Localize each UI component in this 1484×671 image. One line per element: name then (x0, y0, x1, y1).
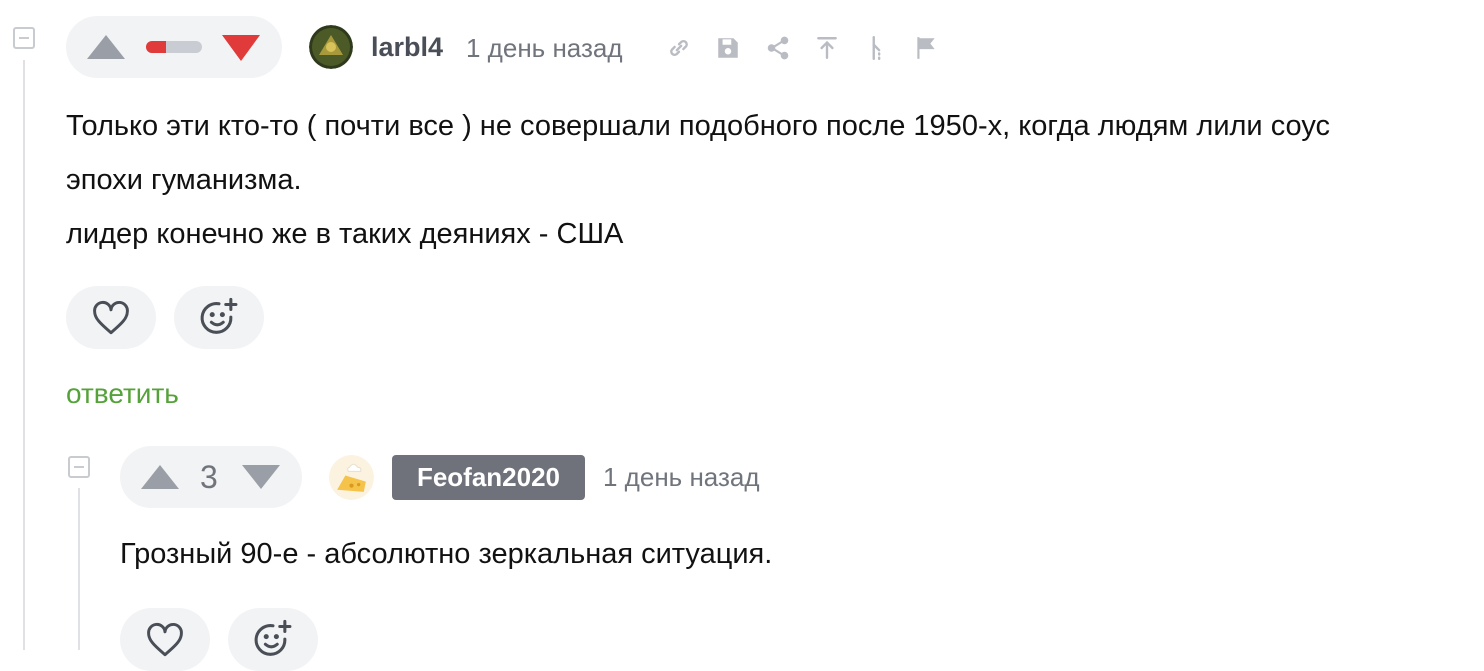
avatar[interactable] (309, 25, 353, 69)
reply-text: Грозный 90-е - абсолютно зеркальная ситу… (120, 538, 773, 570)
smile-plus-icon (254, 619, 292, 656)
rating-value: 3 (200, 459, 218, 495)
collapse-comment-button[interactable] (13, 27, 35, 49)
comment-text-line: эпохи гуманизма. (66, 164, 302, 196)
scroll-up-icon[interactable] (814, 35, 840, 61)
comment-text: Только эти кто-то ( почти все ) не совер… (66, 99, 1476, 261)
reply-time[interactable]: 1 день назад (603, 462, 760, 493)
comment-time[interactable]: 1 день назад (466, 33, 623, 64)
reply-avatar[interactable] (329, 455, 374, 500)
reply-like-button[interactable] (120, 608, 210, 671)
branch-icon[interactable] (864, 35, 890, 61)
rating-bar-negative (146, 41, 166, 53)
downvote-button[interactable] (242, 465, 280, 489)
collapse-reply-button[interactable] (68, 456, 90, 478)
save-icon[interactable] (715, 35, 741, 61)
vote-controls (66, 16, 282, 78)
heart-icon (147, 622, 183, 656)
rating-bar (146, 41, 202, 53)
comment-author[interactable]: larbl4 (371, 32, 443, 63)
reply-thread-line[interactable] (78, 488, 80, 650)
downvote-button[interactable] (222, 35, 260, 61)
thread-line[interactable] (23, 60, 25, 650)
share-icon[interactable] (765, 35, 791, 61)
like-button[interactable] (66, 286, 156, 349)
upvote-button[interactable] (87, 35, 125, 59)
smile-plus-icon (200, 297, 238, 334)
reply-author[interactable]: Feofan2020 (392, 455, 585, 500)
flag-icon[interactable] (913, 35, 939, 61)
upvote-button[interactable] (141, 465, 179, 489)
reply-add-reaction-button[interactable] (228, 608, 318, 671)
comment-text-line: лидер конечно же в таких деяниях - США (66, 218, 624, 250)
link-icon[interactable] (666, 35, 692, 61)
add-reaction-button[interactable] (174, 286, 264, 349)
reply-vote-controls: 3 (120, 446, 302, 508)
heart-icon (93, 300, 129, 334)
reply-link[interactable]: ответить (66, 378, 179, 410)
comment-text-line: Только эти кто-то ( почти все ) не совер… (66, 110, 1330, 142)
